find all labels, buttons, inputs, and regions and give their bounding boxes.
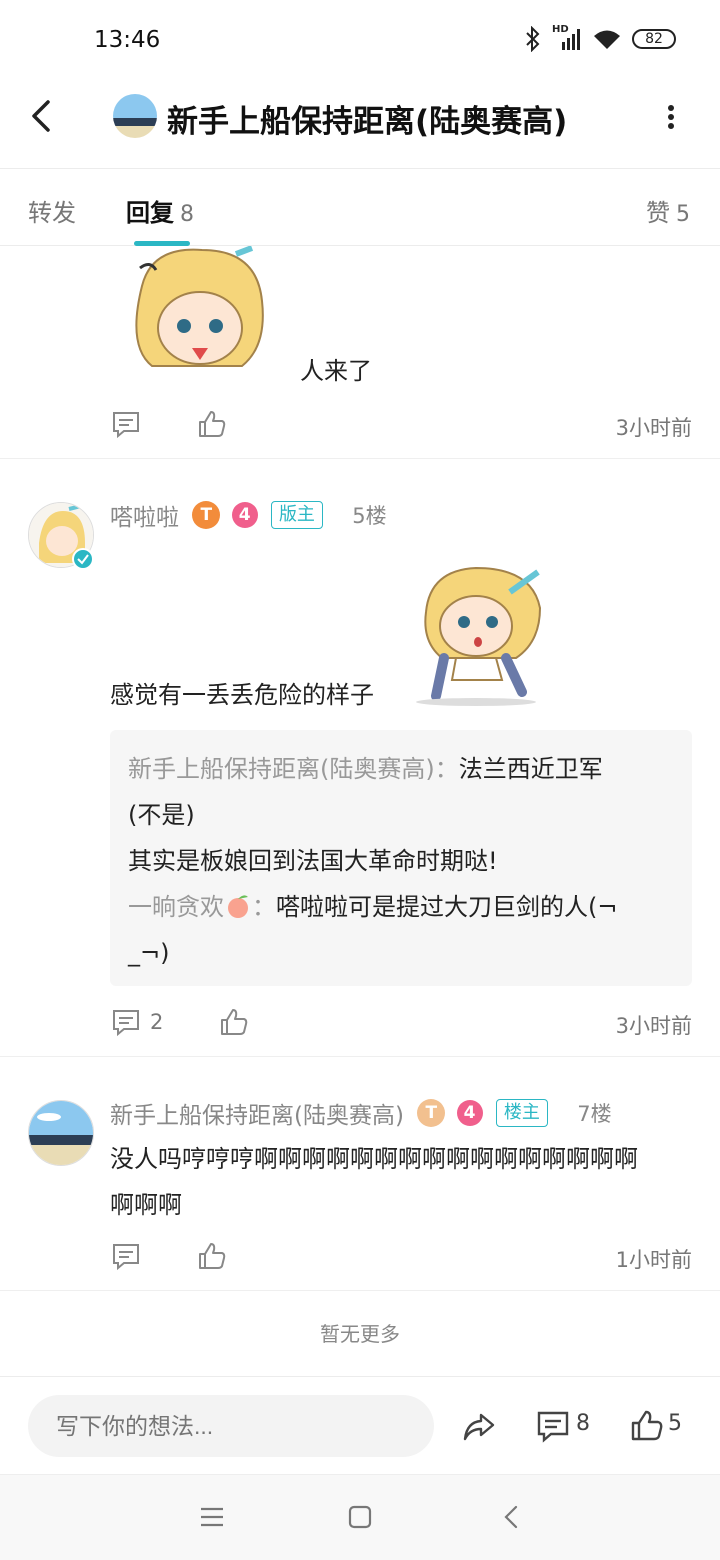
sticker-image <box>135 246 264 367</box>
tab-reply-count: 8 <box>180 202 194 227</box>
verified-icon <box>72 548 94 570</box>
floor-number: 7楼 <box>577 1102 612 1126</box>
like-icon[interactable] <box>196 1240 228 1272</box>
header: 新手上船保持距离(陆奥赛高) <box>0 80 720 168</box>
comment-icon[interactable] <box>536 1409 570 1443</box>
network-label: HD <box>552 24 582 52</box>
tab-forward[interactable]: 转发 <box>28 193 76 228</box>
post-time: 3小时前 <box>615 1014 692 1038</box>
comment-input[interactable] <box>28 1395 434 1457</box>
tab-reply-label: 回复 <box>126 199 174 227</box>
post-text: 没人吗哼哼哼啊啊啊啊啊啊啊啊啊啊啊啊啊啊啊啊 啊啊啊 <box>110 1145 638 1219</box>
user-info: 新手上船保持距离(陆奥赛高) T 4 楼主 7楼 <box>110 1096 612 1130</box>
tab-like[interactable]: 赞5 <box>646 193 690 228</box>
more-options-icon[interactable] <box>656 102 686 132</box>
battery-indicator: 82 <box>632 29 676 49</box>
sticker-image <box>416 566 542 706</box>
nav-back-icon[interactable] <box>498 1503 526 1531</box>
home-icon[interactable] <box>346 1503 374 1531</box>
t-badge: T <box>417 1099 446 1127</box>
reply-text-line: 其实是板娘回到法国大革命时期哒! <box>128 847 498 875</box>
level-badge: 4 <box>231 502 258 528</box>
tab-like-label: 赞 <box>646 199 670 227</box>
status-time: 13:46 <box>94 27 161 53</box>
avatar[interactable] <box>28 1100 94 1166</box>
tab-bar: 转发 回复 8 赞5 <box>0 168 720 246</box>
floor-number: 5楼 <box>352 504 387 528</box>
reply-preview[interactable]: 新手上船保持距离(陆奥赛高)：法兰西近卫军 (不是) 其实是板娘回到法国大革命时… <box>110 730 692 986</box>
comment-icon[interactable] <box>110 1240 142 1272</box>
comment-icon[interactable] <box>110 1006 142 1038</box>
post-text: 感觉有一丢丢危险的样子 <box>110 681 374 709</box>
reply-text-line: (不是) <box>128 801 195 829</box>
t-badge: T <box>192 501 221 529</box>
tab-like-count: 5 <box>676 202 690 227</box>
post-time: 1小时前 <box>615 1248 692 1272</box>
role-badge: 楼主 <box>495 1099 548 1127</box>
title-avatar[interactable] <box>113 94 157 138</box>
reply-item: 新手上船保持距离(陆奥赛高)：法兰西近卫军 <box>128 755 603 783</box>
system-nav-bar <box>0 1474 720 1560</box>
post-time: 3小时前 <box>615 416 692 440</box>
divider <box>0 458 720 459</box>
like-count: 5 <box>668 1411 682 1436</box>
comment-count: 2 <box>150 1010 164 1034</box>
role-badge: 版主 <box>270 501 323 529</box>
back-icon[interactable] <box>22 96 62 136</box>
bluetooth-icon <box>526 26 540 52</box>
user-info: 嗒啦啦 T 4 版主 5楼 <box>110 498 387 532</box>
peach-emoji-icon <box>228 895 248 918</box>
status-icons: HD 82 <box>524 24 676 52</box>
bottom-action-bar: 8 5 <box>0 1376 720 1474</box>
post-text: 人来了 <box>300 357 372 385</box>
comment-count: 8 <box>576 1411 590 1436</box>
like-icon[interactable] <box>196 408 228 440</box>
no-more-label: 暂无更多 <box>320 1322 400 1346</box>
divider <box>0 1056 720 1057</box>
share-icon[interactable] <box>462 1409 496 1443</box>
status-bar: 13:46 HD 82 <box>0 0 720 80</box>
comment-icon[interactable] <box>110 408 142 440</box>
menu-icon[interactable] <box>198 1503 226 1531</box>
reply-text: 法兰西近卫军 <box>458 755 603 783</box>
level-badge: 4 <box>456 1100 483 1126</box>
username[interactable]: 新手上船保持距离(陆奥赛高) <box>110 1103 404 1129</box>
reply-text-line: _¬) <box>128 939 170 967</box>
tab-reply[interactable]: 回复 8 <box>126 193 194 228</box>
reply-item: 一晌贪欢 ：嗒啦啦可是提过大刀巨剑的人(¬ <box>128 893 618 921</box>
username[interactable]: 嗒啦啦 <box>110 505 179 531</box>
reply-author[interactable]: 一晌贪欢 <box>128 893 224 921</box>
like-icon[interactable] <box>218 1006 250 1038</box>
page-title: 新手上船保持距离(陆奥赛高) <box>167 104 568 140</box>
reply-text: 嗒啦啦可是提过大刀巨剑的人(¬ <box>276 893 618 921</box>
like-icon[interactable] <box>630 1409 664 1443</box>
divider <box>0 1290 720 1291</box>
wifi-icon <box>594 30 620 49</box>
reply-author[interactable]: 新手上船保持距离(陆奥赛高) <box>128 755 435 783</box>
